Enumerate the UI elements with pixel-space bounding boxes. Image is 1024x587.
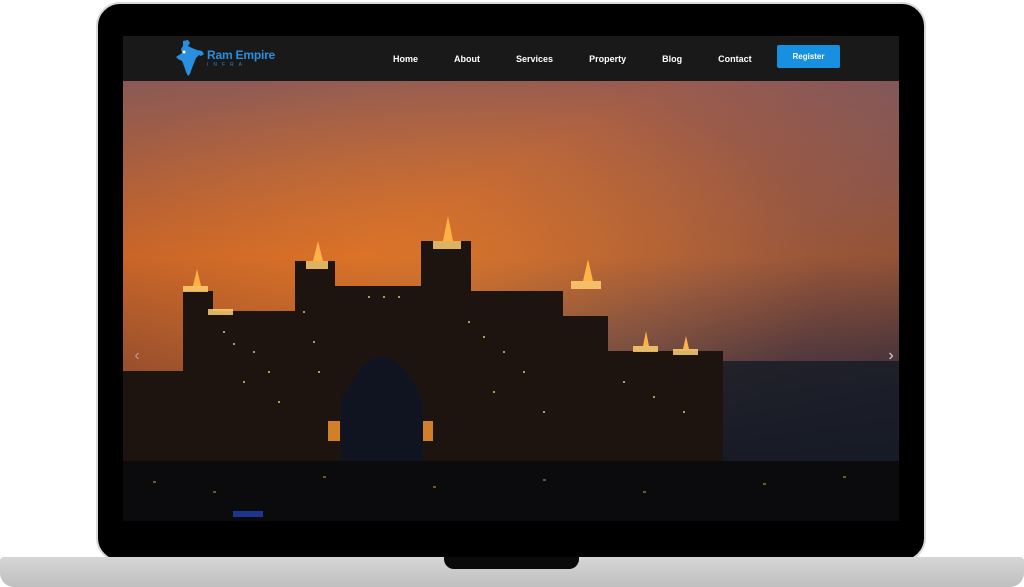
nav-about[interactable]: About	[454, 54, 480, 64]
carousel-prev-icon[interactable]: ‹	[127, 346, 147, 366]
nav-property[interactable]: Property	[589, 54, 626, 64]
website-screen: Ram Empire INFRA Home About Services Pro…	[123, 36, 899, 521]
brand-text: Ram Empire INFRA	[207, 48, 275, 68]
navbar: Ram Empire INFRA Home About Services Pro…	[123, 36, 899, 81]
laptop-notch	[444, 557, 579, 569]
register-button[interactable]: Register	[777, 45, 840, 68]
brand-tagline: INFRA	[207, 62, 247, 68]
hero-carousel: ‹ ›	[123, 81, 899, 521]
carousel-next-icon[interactable]: ›	[881, 346, 899, 366]
nav-blog[interactable]: Blog	[662, 54, 682, 64]
india-map-icon	[176, 40, 204, 76]
hero-image	[123, 81, 899, 521]
brand-logo[interactable]: Ram Empire INFRA	[175, 39, 275, 77]
nav-services[interactable]: Services	[516, 54, 553, 64]
nav-home[interactable]: Home	[393, 54, 418, 64]
nav-contact[interactable]: Contact	[718, 54, 752, 64]
brand-name: Ram Empire	[207, 48, 276, 62]
nav-menu: Home About Services Property Blog Contac…	[393, 36, 752, 81]
